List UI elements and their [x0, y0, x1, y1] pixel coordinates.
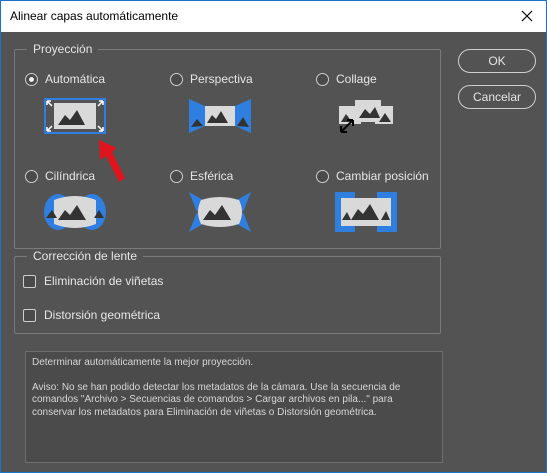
vignette-removal-checkbox[interactable]: Eliminación de viñetas [23, 272, 163, 290]
close-icon [521, 10, 533, 22]
radio-cilindrica-label: Cilíndrica [45, 169, 96, 183]
title-bar: Alinear capas automáticamente [1, 1, 546, 32]
radio-cambiar-posicion-label: Cambiar posición [336, 169, 429, 183]
radio-indicator [170, 169, 183, 183]
radio-automatica-label: Automática [45, 72, 106, 86]
radio-collage-label: Collage [336, 72, 377, 86]
radio-cambiar-posicion[interactable]: Cambiar posición [316, 167, 429, 185]
reposition-icon[interactable] [335, 192, 397, 232]
radio-indicator [25, 72, 38, 86]
spherical-icon[interactable] [189, 192, 251, 232]
checkbox-box [23, 274, 36, 288]
dialog-window: Alinear capas automáticamente Proyección… [0, 0, 547, 473]
red-arrow-icon [99, 140, 125, 182]
radio-indicator [316, 72, 329, 86]
collage-icon[interactable] [335, 98, 395, 136]
radio-automatica[interactable]: Automática [25, 70, 105, 88]
close-button[interactable] [514, 4, 540, 28]
ok-button[interactable]: OK [458, 49, 536, 73]
description-box: Determinar automáticamente la mejor proy… [25, 351, 443, 463]
radio-cilindrica[interactable]: Cilíndrica [25, 167, 95, 185]
radio-indicator [25, 169, 38, 183]
auto-layout-icon[interactable] [44, 98, 106, 134]
dialog-title: Alinear capas automáticamente [10, 9, 179, 23]
cylindrical-icon[interactable] [44, 192, 106, 232]
geometric-distortion-checkbox[interactable]: Distorsión geométrica [23, 306, 160, 324]
projection-legend: Proyección [27, 42, 99, 56]
vignette-removal-label: Eliminación de viñetas [44, 274, 164, 288]
radio-perspectiva[interactable]: Perspectiva [170, 70, 253, 88]
checkbox-box [23, 308, 36, 322]
radio-collage[interactable]: Collage [316, 70, 377, 88]
radio-indicator [316, 169, 329, 183]
perspective-icon[interactable] [189, 97, 251, 135]
radio-indicator [170, 72, 183, 86]
radio-perspectiva-label: Perspectiva [190, 72, 253, 86]
description-summary: Determinar automáticamente la mejor proy… [32, 357, 254, 368]
lens-correction-legend: Corrección de lente [27, 249, 144, 263]
radio-esferica-label: Esférica [190, 169, 234, 183]
description-warning: Aviso: No se han podido detectar los met… [32, 381, 401, 418]
geometric-distortion-label: Distorsión geométrica [44, 308, 161, 322]
radio-esferica[interactable]: Esférica [170, 167, 233, 185]
dialog-body: Proyección Automática Perspectiva Collag… [1, 32, 546, 472]
cancel-button[interactable]: Cancelar [458, 85, 536, 109]
